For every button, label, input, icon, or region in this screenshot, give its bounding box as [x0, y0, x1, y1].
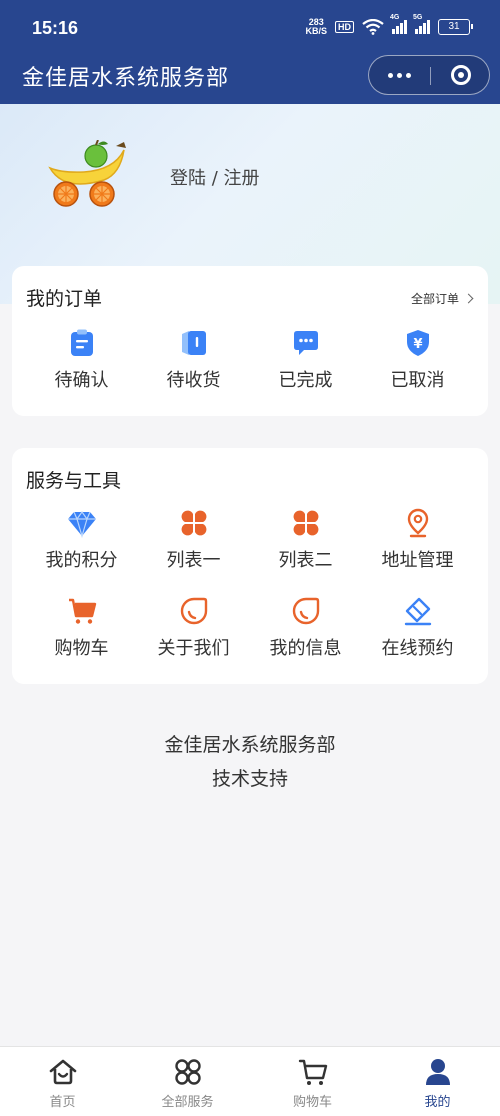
clipboard-icon	[70, 329, 93, 356]
tool-about-us[interactable]: 关于我们	[134, 596, 253, 660]
tool-address-management[interactable]: 地址管理	[358, 508, 477, 572]
yen-shield-icon: ¥	[406, 330, 429, 356]
all-orders-link[interactable]: 全部订单	[411, 290, 474, 307]
user-icon	[425, 1059, 450, 1085]
close-mini-program-button[interactable]	[430, 56, 491, 94]
home-icon	[49, 1059, 76, 1085]
four-petal-icon	[181, 510, 206, 536]
login-register-link[interactable]: 登陆 / 注册	[170, 164, 260, 190]
tool-list-one[interactable]: 列表一	[134, 508, 253, 572]
tab-mine[interactable]: 我的	[375, 1047, 500, 1116]
dot-icon	[388, 72, 393, 78]
status-icons: 283 KB/S HD 4G 5G 31	[305, 14, 473, 36]
page-title: 金佳居水系统服务部	[22, 66, 230, 91]
drop-icon	[180, 597, 207, 625]
status-time: 15:16	[32, 18, 79, 38]
tool-shopping-cart[interactable]: 购物车	[22, 596, 141, 660]
bottom-tab-bar: 首页 全部服务 购物车 我的	[0, 1046, 500, 1116]
tool-my-points[interactable]: 我的积分	[22, 508, 141, 572]
my-orders-card: 我的订单 全部订单 待确认 待收货 已完成 ¥ 已取消	[12, 266, 488, 416]
dot-icon	[406, 72, 411, 78]
tab-all-services[interactable]: 全部服务	[125, 1047, 250, 1116]
more-button[interactable]	[369, 56, 430, 94]
chat-bubble-icon	[293, 331, 318, 355]
mini-program-capsule	[368, 55, 490, 95]
status-bar: 15:16 283 KB/S HD 4G 5G 31	[0, 0, 500, 56]
diamond-icon	[67, 510, 96, 538]
tool-my-info[interactable]: 我的信息	[246, 596, 365, 660]
signal-5g-icon: 5G	[413, 14, 430, 34]
services-tools-card: 服务与工具 我的积分 列表一 列表二 地址管理 购物车 关于我们 我的信息 在线…	[12, 448, 488, 684]
order-cancelled[interactable]: ¥ 已取消	[358, 328, 477, 392]
footer-support: 技术支持	[211, 768, 288, 790]
drop-icon	[292, 597, 319, 625]
four-petal-icon	[293, 510, 318, 536]
battery-icon: 31	[438, 19, 473, 35]
grid-icon	[174, 1059, 201, 1085]
tool-online-booking[interactable]: 在线预约	[358, 596, 477, 660]
target-circle-icon	[450, 65, 471, 85]
cart-icon	[298, 1059, 327, 1085]
fruit-cart-avatar[interactable]	[44, 140, 128, 210]
dot-icon	[397, 72, 402, 78]
orders-title: 我的订单	[26, 288, 103, 310]
ticket-icon	[404, 597, 431, 626]
location-pin-icon	[407, 508, 428, 538]
order-pending-receipt[interactable]: 待收货	[134, 328, 253, 392]
svg-text:¥: ¥	[413, 337, 422, 352]
footer-company: 金佳居水系统服务部	[164, 734, 336, 756]
package-icon	[181, 331, 206, 355]
tools-title: 服务与工具	[26, 470, 122, 492]
tool-list-two[interactable]: 列表二	[246, 508, 365, 572]
net-speed: 283 KB/S	[305, 17, 327, 36]
chevron-right-icon	[463, 293, 474, 304]
order-pending-confirm[interactable]: 待确认	[22, 328, 141, 392]
signal-4g-icon: 4G	[390, 14, 407, 34]
wifi-icon	[362, 19, 384, 35]
order-completed[interactable]: 已完成	[246, 328, 365, 392]
tab-home[interactable]: 首页	[0, 1047, 125, 1116]
top-bar: 15:16 283 KB/S HD 4G 5G 31 金佳居水系统服务部	[0, 0, 500, 104]
tab-shopping-cart[interactable]: 购物车	[250, 1047, 375, 1116]
hd-icon: HD	[335, 21, 354, 33]
cart-icon	[68, 598, 96, 624]
